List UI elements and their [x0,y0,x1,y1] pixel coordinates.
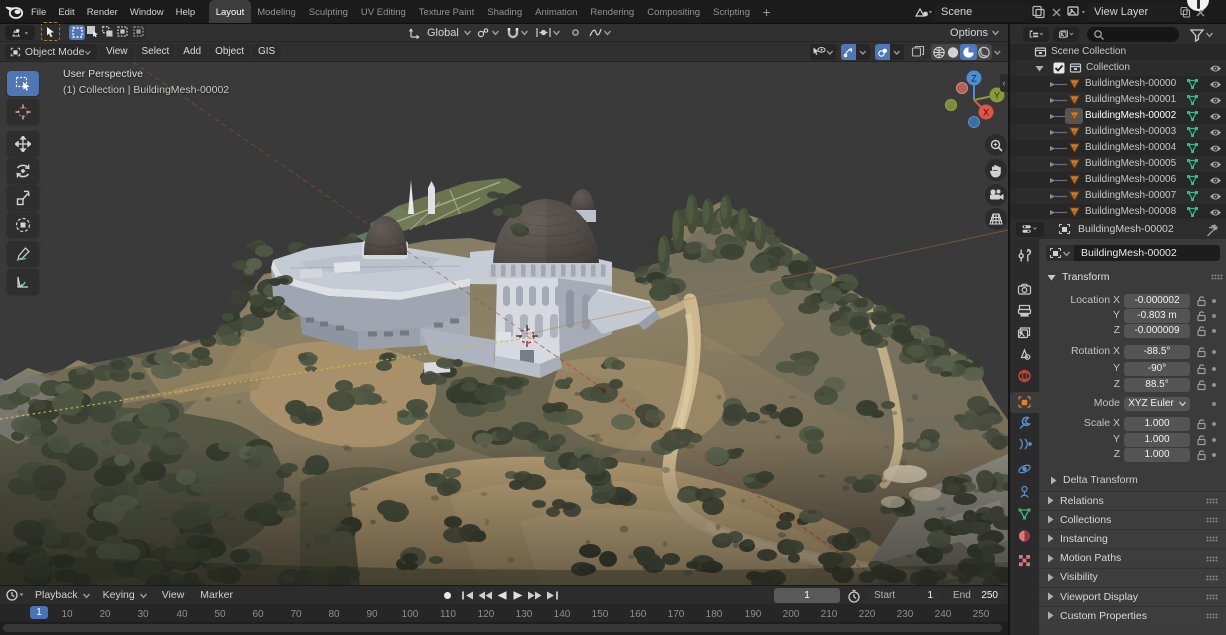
svg-text:Z: Z [971,74,977,84]
svg-text:X: X [983,108,989,118]
svg-text:Y: Y [994,91,1000,101]
